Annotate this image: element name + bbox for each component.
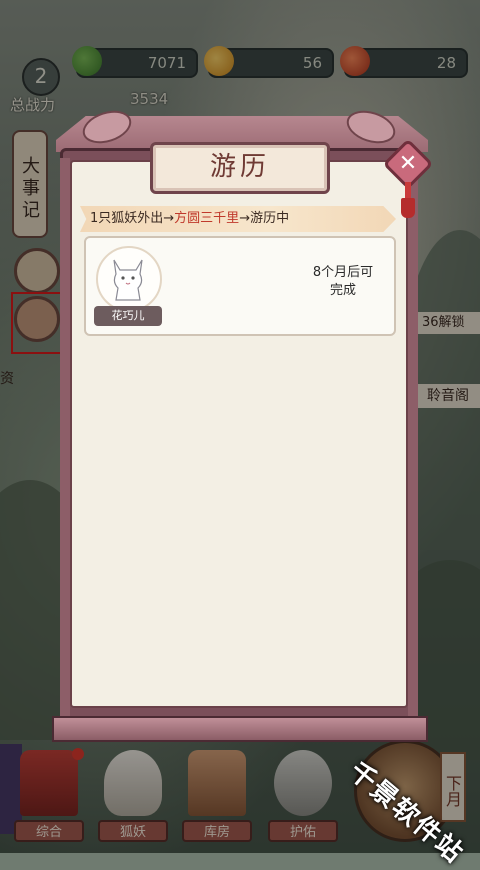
remaining-time-line: 完成 [329,283,356,298]
remaining-time-line: 8个月后可 [312,265,374,280]
expedition-modal: 游历 ✕ 1只狐妖外出→方圆三千里→游历中 花巧儿 8个月后可 完成 [0,0,480,853]
status-suffix: →游历中 [239,211,290,226]
modal-title: 游历 [150,142,330,194]
status-place: 方圆三千里 [174,211,240,226]
status-prefix: 1只狐妖外出→ [90,211,175,226]
panel-base-decoration [52,716,428,742]
pillar-decoration [408,158,418,718]
expedition-card[interactable]: 花巧儿 8个月后可 完成 [84,236,396,336]
remaining-time: 8个月后可 完成 [296,264,390,300]
expedition-status: 1只狐妖外出→方圆三千里→游历中 [80,206,396,232]
fox-name-tag: 花巧儿 [94,306,162,326]
pillar-decoration [60,158,70,718]
cat-icon [113,259,143,301]
fox-avatar[interactable] [96,246,162,312]
tassel-decoration [401,198,415,218]
close-icon: ✕ [398,151,418,176]
